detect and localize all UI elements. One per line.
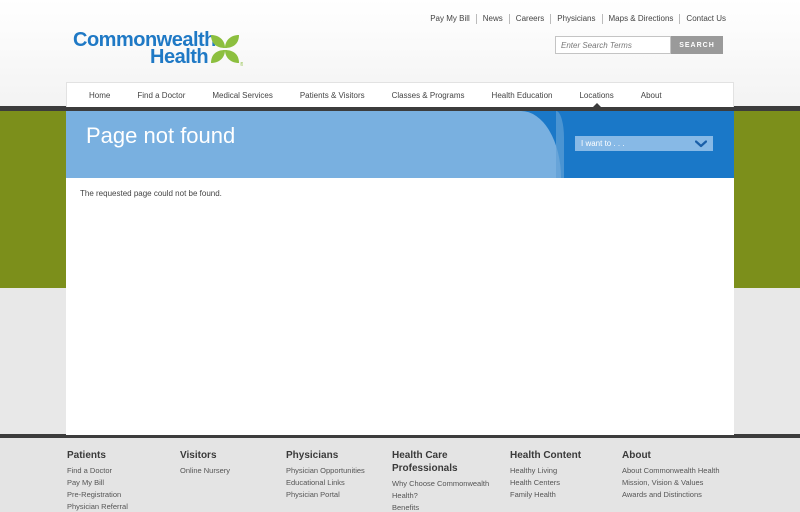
footer-link-physician-opportunities[interactable]: Physician Opportunities	[286, 465, 365, 477]
utility-link-pay-my-bill[interactable]: Pay My Bill	[424, 14, 476, 24]
footer-heading-visitors: Visitors	[180, 450, 217, 461]
page-title: Page not found	[86, 123, 236, 148]
footer-link-why-choose[interactable]: Why Choose Commonwealth Health?	[392, 478, 504, 502]
footer-link-find-a-doctor[interactable]: Find a Doctor	[67, 465, 128, 477]
main-nav: Home Find a Doctor Medical Services Pati…	[66, 82, 734, 108]
registered-mark: ®	[240, 61, 243, 67]
footer-column-visitors: Visitors Online Nursery	[180, 449, 230, 477]
utility-link-contact-us[interactable]: Contact Us	[679, 14, 732, 24]
page-banner: Page not found I want to . . .	[66, 111, 734, 178]
nav-item-patients-visitors[interactable]: Patients & Visitors	[300, 83, 365, 108]
nav-item-classes-programs[interactable]: Classes & Programs	[392, 83, 465, 108]
utility-nav: Pay My Bill News Careers Physicians Maps…	[424, 14, 732, 24]
footer-heading-physicians: Physicians	[286, 450, 339, 461]
footer-column-health-content: Health Content Healthy Living Health Cen…	[510, 449, 581, 501]
search-button[interactable]: SEARCH	[671, 36, 723, 54]
footer-link-physician-portal[interactable]: Physician Portal	[286, 489, 365, 501]
not-found-message: The requested page could not be found.	[80, 189, 222, 198]
footer-link-family-health[interactable]: Family Health	[510, 489, 581, 501]
footer-link-health-centers[interactable]: Health Centers	[510, 477, 581, 489]
footer-link-benefits[interactable]: Benefits	[392, 502, 504, 512]
footer-link-pay-my-bill[interactable]: Pay My Bill	[67, 477, 128, 489]
nav-item-find-a-doctor[interactable]: Find a Doctor	[137, 83, 185, 108]
footer-link-awards-distinctions[interactable]: Awards and Distinctions	[622, 489, 722, 501]
utility-link-news[interactable]: News	[475, 14, 509, 24]
site-search: SEARCH	[555, 36, 723, 54]
nav-item-medical-services[interactable]: Medical Services	[212, 83, 272, 108]
footer-column-patients: Patients Find a Doctor Pay My Bill Pre-R…	[67, 449, 128, 512]
footer-heading-patients: Patients	[67, 450, 106, 461]
nav-item-home[interactable]: Home	[89, 83, 110, 108]
i-want-to-dropdown[interactable]: I want to . . .	[575, 136, 713, 151]
nav-item-health-education[interactable]: Health Education	[492, 83, 553, 108]
footer-link-about-commonwealth-health[interactable]: About Commonwealth Health	[622, 465, 722, 477]
footer-link-online-nursery[interactable]: Online Nursery	[180, 465, 230, 477]
nav-item-locations[interactable]: Locations	[579, 83, 614, 108]
utility-link-maps-directions[interactable]: Maps & Directions	[601, 14, 680, 24]
search-input[interactable]	[555, 36, 671, 54]
commonwealth-health-logo[interactable]: Commonwealth Health ®	[73, 30, 253, 70]
utility-link-careers[interactable]: Careers	[508, 14, 550, 24]
footer-link-physician-referral[interactable]: Physician Referral	[67, 501, 128, 512]
footer-heading-about: About	[622, 450, 651, 461]
logo-text-line2: Health	[150, 46, 209, 68]
footer-link-pre-registration[interactable]: Pre-Registration	[67, 489, 128, 501]
utility-link-physicians[interactable]: Physicians	[550, 14, 601, 24]
footer-link-educational-links[interactable]: Educational Links	[286, 477, 365, 489]
footer-column-physicians: Physicians Physician Opportunities Educa…	[286, 449, 365, 501]
footer-heading-health-care-professionals: Health Care Professionals	[392, 450, 458, 474]
nav-item-about[interactable]: About	[641, 83, 662, 108]
footer-link-mission-vision-values[interactable]: Mission, Vision & Values	[622, 477, 722, 489]
leaf-cross-logo-icon: ®	[211, 35, 243, 67]
footer-heading-health-content: Health Content	[510, 450, 582, 461]
chevron-down-icon	[695, 139, 707, 147]
footer-column-health-care-professionals: Health Care Professionals Why Choose Com…	[392, 449, 504, 512]
content-panel: Page not found I want to . . . The reque…	[66, 111, 734, 435]
footer-link-healthy-living[interactable]: Healthy Living	[510, 465, 581, 477]
footer-column-about: About About Commonwealth Health Mission,…	[622, 449, 722, 501]
i-want-to-label: I want to . . .	[581, 139, 625, 148]
